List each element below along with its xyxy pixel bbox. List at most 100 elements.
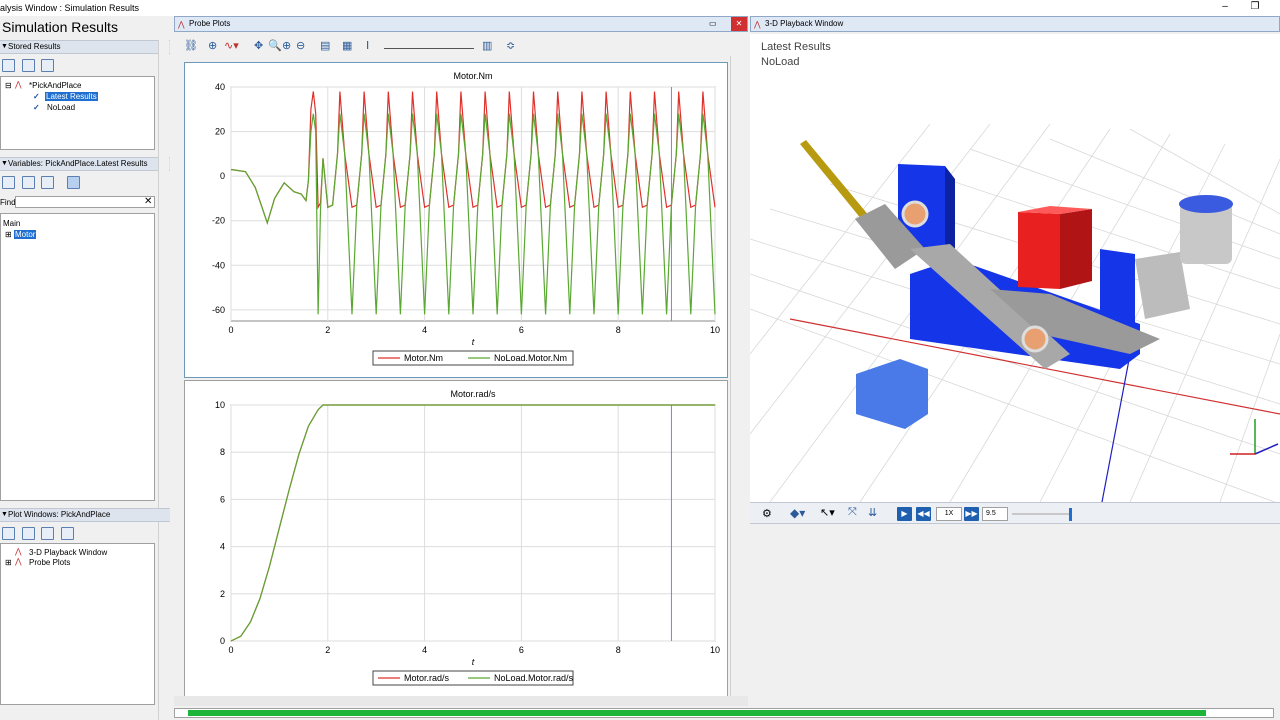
- time-slider-track[interactable]: [1012, 513, 1072, 515]
- chart-title: Motor.rad/s: [450, 389, 496, 399]
- close-icon[interactable]: ✕: [731, 17, 747, 31]
- reset-view-icon[interactable]: ⇊: [868, 506, 877, 519]
- select-icon[interactable]: ↖▾: [820, 506, 835, 519]
- simulation-progress-bar: [174, 708, 1274, 718]
- tree-item-probe-plots[interactable]: Probe Plots: [29, 558, 70, 567]
- tree-item-motor[interactable]: Motor: [14, 230, 37, 239]
- add-result-icon[interactable]: [2, 59, 15, 72]
- legend-label-1: NoLoad.Motor.Nm: [494, 353, 567, 363]
- legend-label-1: NoLoad.Motor.rad/s: [494, 673, 574, 683]
- 3d-scene: [750, 123, 1280, 502]
- plot-variable-icon[interactable]: [21, 176, 35, 189]
- rewind-button[interactable]: ◀◀: [916, 507, 931, 521]
- y-tick-label: 0: [220, 171, 225, 181]
- tree-expander-icon[interactable]: ⊟: [5, 81, 12, 90]
- new-plot-icon[interactable]: [2, 527, 15, 540]
- pan-icon[interactable]: ✥: [254, 39, 263, 53]
- curve-dropdown-icon[interactable]: ∿▾: [224, 39, 239, 53]
- link-icon[interactable]: ⛓: [184, 39, 198, 53]
- y-tick-label: 20: [215, 127, 225, 137]
- zoom-out-icon[interactable]: ⊖: [296, 39, 305, 53]
- plots-scrollbar[interactable]: [730, 56, 744, 696]
- 3d-viewport[interactable]: Latest Results NoLoad: [750, 34, 1280, 502]
- stored-results-header[interactable]: ▼ Stored Results: [0, 40, 170, 54]
- collapse-icon[interactable]: ▼: [1, 158, 8, 170]
- time-slider[interactable]: [384, 43, 474, 49]
- check-icon[interactable]: ✓: [33, 92, 40, 101]
- plot-icon: ⋀: [754, 20, 761, 29]
- tree-root[interactable]: Main: [3, 219, 20, 228]
- plots-horizontal-scrollbar[interactable]: [174, 696, 748, 706]
- time-field[interactable]: 9.5: [982, 507, 1008, 521]
- play-button[interactable]: ▶: [897, 507, 912, 521]
- find-input[interactable]: [15, 196, 155, 208]
- export-result-icon[interactable]: [41, 59, 55, 72]
- compare-result-icon[interactable]: [21, 59, 35, 72]
- collapse-icon[interactable]: ▼: [1, 41, 8, 53]
- title-bar: alysis Window : Simulation Results – ❐: [0, 0, 1280, 16]
- cursor-icon[interactable]: Ⅰ: [366, 39, 369, 53]
- export-plot-icon[interactable]: [60, 527, 74, 540]
- tree-item-noload[interactable]: NoLoad: [47, 103, 75, 112]
- x-tick-label: 2: [325, 325, 330, 335]
- stored-results-tree: ⊟ ⋀ *PickAndPlace ✓ Latest Results ✓ NoL…: [0, 76, 155, 150]
- time-slider-thumb[interactable]: [1069, 508, 1072, 521]
- tree-root[interactable]: *PickAndPlace: [29, 81, 81, 90]
- fit-view-icon[interactable]: ⤧: [848, 506, 857, 519]
- probe-plots-pane: ⋀ Probe Plots ▭ ✕ ⛓ ⊕ ∿▾ ✥ 🔍 ⊕ ⊖ ▤ ▦ Ⅰ ▥…: [174, 16, 748, 720]
- legend-label-0: Motor.Nm: [404, 353, 443, 363]
- series-line-1: [230, 404, 715, 642]
- series-line-1: [230, 113, 716, 315]
- variables-header[interactable]: ▼ Variables: PickAndPlace.Latest Results: [0, 157, 170, 171]
- y-tick-label: 40: [215, 82, 225, 92]
- x-tick-label: 10: [710, 325, 720, 335]
- y-tick-label: 8: [220, 447, 225, 457]
- minimize-icon[interactable]: –: [1218, 1, 1232, 13]
- left-scrollbar[interactable]: [158, 40, 169, 720]
- zoom-box-icon[interactable]: 🔍: [268, 39, 282, 53]
- fit-icon[interactable]: ≎: [506, 39, 515, 53]
- x-tick-label: 8: [616, 645, 621, 655]
- joint-2: [1021, 325, 1049, 353]
- plot-windows-header[interactable]: ▼ Plot Windows: PickAndPlace: [0, 508, 170, 522]
- variables-tree: Main ⊞ Motor: [0, 213, 155, 501]
- chart-motor-rads: Motor.rad/s 0 2 4 6 8 10 0 2 4 6 8 10 t Motor.rad/s NoL…: [215, 389, 720, 686]
- probe-icon[interactable]: ⊕: [208, 39, 217, 53]
- y-tick-label: -60: [212, 305, 225, 315]
- x-axis-label: t: [472, 657, 475, 667]
- restore-icon[interactable]: ❐: [1248, 1, 1262, 13]
- stored-results-toolbar: [0, 58, 56, 74]
- plot-icon: ⋀: [15, 80, 22, 89]
- view-cube-icon[interactable]: ◆▾: [790, 506, 805, 520]
- plot-motor-nm[interactable]: Motor.Nm 0 2 4 6 8 10 -60 -40 -20 0 20 40 t Motor.Nm No…: [184, 62, 728, 378]
- settings-icon[interactable]: ⚙: [762, 507, 772, 520]
- y-tick-label: 0: [220, 636, 225, 646]
- fast-forward-button[interactable]: ▶▶: [964, 507, 979, 521]
- maximize-icon[interactable]: ▭: [709, 17, 717, 31]
- y-tick-label: 10: [215, 400, 225, 410]
- plot-motor-rads[interactable]: Motor.rad/s 0 2 4 6 8 10 0 2 4 6 8 10 t Motor.rad/s NoL…: [184, 380, 728, 698]
- zoom-in-icon[interactable]: ⊕: [282, 39, 291, 53]
- legend-label-0: Motor.rad/s: [404, 673, 450, 683]
- x-axis-label: t: [472, 337, 475, 347]
- table-icon[interactable]: ▤: [320, 39, 330, 53]
- grid-icon[interactable]: ▦: [342, 39, 352, 53]
- tree-expander-icon[interactable]: ⊞: [5, 558, 12, 567]
- clear-find-icon[interactable]: ✕: [144, 196, 152, 207]
- filter-icon[interactable]: [66, 176, 80, 189]
- speed-field[interactable]: 1X: [936, 507, 962, 521]
- check-icon[interactable]: ✓: [33, 103, 40, 112]
- probe-plots-header: ⋀ Probe Plots ▭ ✕: [174, 16, 748, 32]
- clear-variable-icon[interactable]: [41, 176, 55, 189]
- scale-icon[interactable]: ▥: [482, 39, 492, 53]
- playback-header: ⋀ 3-D Playback Window: [750, 16, 1280, 32]
- edit-plot-icon[interactable]: [21, 527, 35, 540]
- variable-icon[interactable]: [2, 176, 15, 189]
- progress-fill: [188, 710, 1206, 716]
- x-tick-label: 0: [228, 325, 233, 335]
- print-icon[interactable]: [41, 527, 55, 540]
- collapse-icon[interactable]: ▼: [1, 509, 8, 521]
- tree-item-3d-playback[interactable]: 3-D Playback Window: [29, 548, 107, 557]
- tree-expander-icon[interactable]: ⊞: [5, 230, 12, 239]
- tree-item-latest-results[interactable]: Latest Results: [45, 92, 98, 101]
